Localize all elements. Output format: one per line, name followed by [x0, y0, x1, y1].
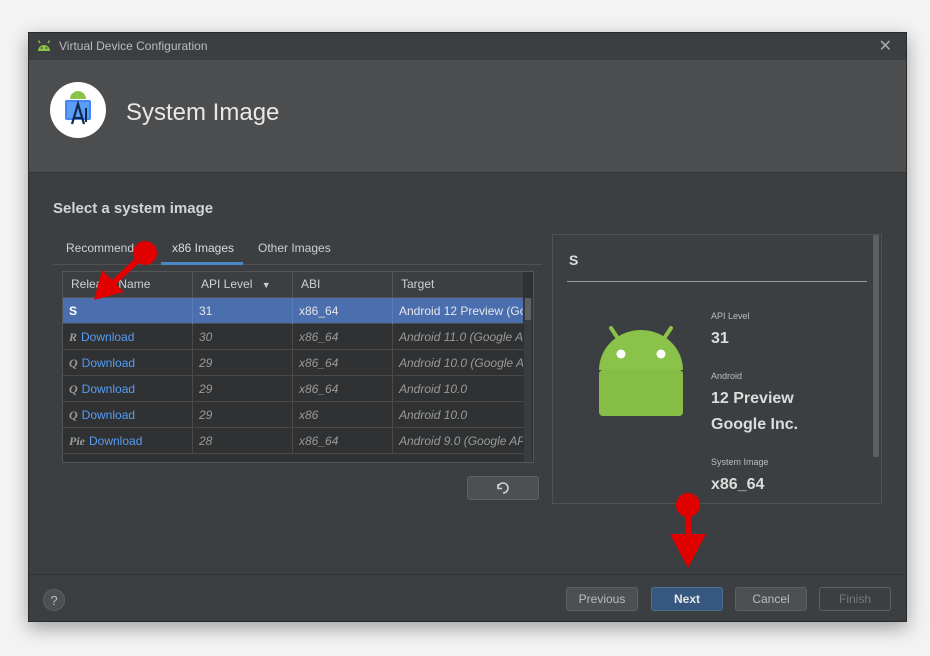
- window-title: Virtual Device Configuration: [59, 39, 208, 53]
- android-logo-icon: [37, 40, 51, 51]
- download-link[interactable]: Download: [81, 330, 134, 344]
- table-row[interactable]: Q Download 29 x86_64 Android 10.0: [63, 376, 523, 402]
- cancel-button[interactable]: Cancel: [735, 587, 807, 611]
- release-name: R: [69, 330, 78, 344]
- download-link[interactable]: Download: [82, 408, 135, 422]
- finish-button: Finish: [819, 587, 891, 611]
- release-name: Q: [69, 408, 78, 422]
- red-arrow-annotation: [94, 241, 157, 300]
- download-link[interactable]: Download: [82, 382, 135, 396]
- target-cell: Android 10.0 (Google APIs): [399, 356, 523, 370]
- table-row[interactable]: R Download 30 x86_64 Android 11.0 (Google…: [63, 324, 523, 350]
- tab-x86-images[interactable]: x86 Images: [172, 241, 234, 255]
- android-label: Android: [711, 371, 743, 381]
- release-name: Pie: [69, 434, 85, 448]
- abi-cell: x86_64: [293, 324, 393, 350]
- abi-cell: x86_64: [293, 376, 393, 402]
- table-row[interactable]: Pie Download 28 x86_64 Android 9.0 (Googl…: [63, 428, 523, 454]
- section-title: Select a system image: [53, 200, 214, 217]
- api-level-cell: 29: [193, 350, 293, 376]
- refresh-icon: [497, 482, 509, 494]
- release-name: S: [69, 304, 78, 318]
- tab-other-images[interactable]: Other Images: [258, 241, 331, 255]
- system-image-label: System Image: [711, 457, 769, 467]
- abi-cell: x86_64: [293, 428, 393, 454]
- api-level-value: 31: [711, 330, 729, 347]
- api-level-cell: 29: [193, 376, 293, 402]
- api-level-cell: 29: [193, 402, 293, 428]
- table-row[interactable]: Q Download 29 x86 Android 10.0: [63, 402, 523, 428]
- target-cell: Android 12 Preview (Google Play): [399, 304, 523, 318]
- release-name: Q: [69, 382, 78, 396]
- help-icon[interactable]: ?: [43, 589, 65, 611]
- refresh-button[interactable]: [467, 476, 539, 500]
- column-target[interactable]: Target: [393, 272, 523, 297]
- wizard-footer: ? Previous Next Cancel Finish: [29, 574, 906, 621]
- active-tab-indicator: [161, 262, 243, 265]
- target-cell: Android 9.0 (Google APIs): [399, 434, 523, 448]
- target-cell: Android 10.0: [399, 408, 468, 422]
- target-cell: Android 10.0: [399, 382, 468, 396]
- wizard-header: System Image: [29, 60, 906, 173]
- api-level-label: API Level: [711, 311, 750, 321]
- download-link[interactable]: Download: [82, 356, 135, 370]
- column-abi[interactable]: ABI: [293, 272, 393, 297]
- android-robot-icon: [599, 326, 683, 416]
- table-scrollbar-thumb[interactable]: [525, 298, 531, 320]
- target-cell: Android 11.0 (Google APIs): [399, 330, 523, 344]
- android-version-value: 12 Preview: [711, 390, 794, 407]
- abi-cell: x86: [293, 402, 393, 428]
- detail-separator: [567, 281, 867, 282]
- title-bar: Virtual Device Configuration ✕: [29, 33, 906, 60]
- previous-button[interactable]: Previous: [566, 587, 638, 611]
- api-level-cell: 30: [193, 324, 293, 350]
- detail-release-name: S: [569, 252, 579, 268]
- close-icon[interactable]: ✕: [879, 36, 892, 56]
- vendor-value: Google Inc.: [711, 416, 799, 433]
- download-link[interactable]: Download: [89, 434, 142, 448]
- dialog-window: Virtual Device Configuration ✕ System Im…: [28, 32, 907, 622]
- red-arrow-annotation: [670, 493, 706, 568]
- detail-scrollbar[interactable]: [873, 235, 879, 457]
- sort-down-icon: ▼: [261, 280, 271, 290]
- system-image-value: x86_64: [711, 476, 765, 493]
- release-name: Q: [69, 356, 78, 370]
- next-button[interactable]: Next: [651, 587, 723, 611]
- abi-cell: x86_64: [293, 350, 393, 376]
- column-api-level[interactable]: API Level ▼: [193, 272, 293, 297]
- table-row[interactable]: Q Download 29 x86_64 Android 10.0 (Google…: [63, 350, 523, 376]
- page-title: System Image: [126, 99, 280, 126]
- api-level-cell: 28: [193, 428, 293, 454]
- android-studio-logo-icon: [50, 82, 106, 138]
- api-level-cell: 31: [193, 298, 293, 324]
- abi-cell: x86_64: [293, 298, 393, 324]
- image-detail-panel: S API Level 31 Android 12 Preview Google…: [552, 234, 882, 504]
- table-scrollbar[interactable]: [524, 298, 532, 462]
